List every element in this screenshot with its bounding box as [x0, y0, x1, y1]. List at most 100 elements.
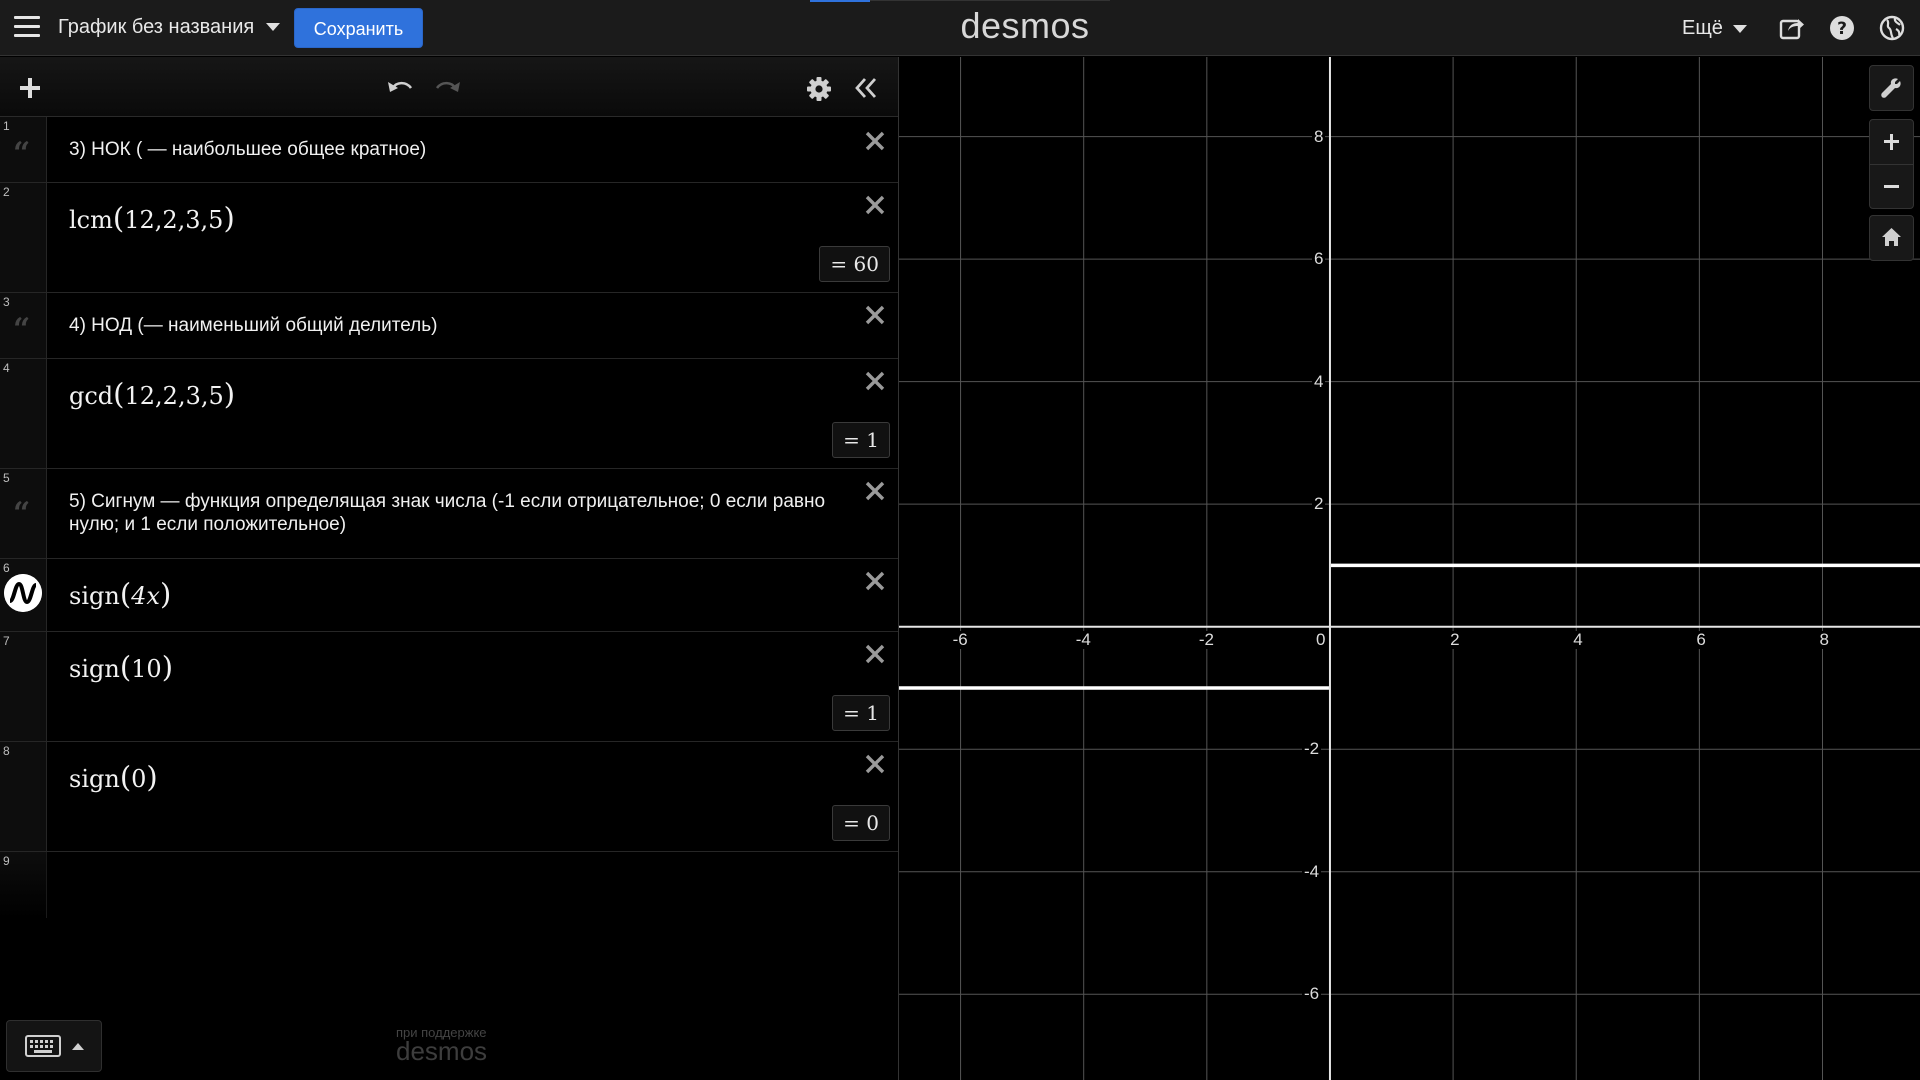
- function-name: gcd: [69, 382, 114, 410]
- home-control: [1869, 215, 1914, 261]
- x-tick-label: 2: [1448, 629, 1462, 649]
- math-expression[interactable]: lcm(12,2,3,5): [69, 201, 235, 235]
- graph-title[interactable]: График без названия: [58, 16, 254, 39]
- expression-row-math[interactable]: 2 lcm(12,2,3,5) = 60: [0, 183, 898, 293]
- loading-indicator: [810, 0, 870, 2]
- close-icon[interactable]: [863, 369, 887, 393]
- evaluation-result: = 1: [832, 422, 890, 458]
- expression-index: 6: [3, 561, 10, 575]
- close-icon[interactable]: [863, 193, 887, 217]
- graph-paper[interactable]: -6 -4 -2 0 2 4 6 8 8 6 4 2 -2 -4 -6: [898, 57, 1920, 1080]
- y-tick-label: -2: [1301, 739, 1322, 759]
- math-expression[interactable]: sign(0): [69, 760, 158, 794]
- function-args: 10: [131, 655, 162, 683]
- expression-index: 9: [3, 854, 10, 868]
- note-text[interactable]: 4) НОД (— наименьший общий делитель): [69, 314, 829, 337]
- close-icon[interactable]: [863, 479, 887, 503]
- language-icon[interactable]: [1878, 14, 1906, 42]
- expression-row-note[interactable]: 5 “ 5) Сигнум — функция определящая знак…: [0, 469, 898, 559]
- note-text[interactable]: 3) НОК ( — наибольшее общее кратное): [69, 138, 829, 161]
- close-icon[interactable]: [863, 569, 887, 593]
- expression-gutter: 8: [0, 742, 47, 851]
- note-text[interactable]: 5) Сигнум — функция определящая знак чис…: [69, 490, 829, 536]
- close-icon[interactable]: [863, 129, 887, 153]
- keyboard-icon: [25, 1035, 61, 1057]
- math-expression[interactable]: gcd(12,2,3,5): [69, 377, 235, 411]
- expression-row-note[interactable]: 1 “ 3) НОК ( — наибольшее общее кратное): [0, 117, 898, 183]
- function-name: sign: [69, 765, 120, 793]
- redo-icon[interactable]: [434, 76, 462, 100]
- expression-panel: 1 “ 3) НОК ( — наибольшее общее кратное)…: [0, 57, 898, 1080]
- svg-text:?: ?: [1837, 19, 1847, 39]
- x-tick-label: 4: [1571, 629, 1585, 649]
- caret-down-icon[interactable]: [266, 23, 280, 31]
- function-name: lcm: [69, 206, 113, 234]
- zoom-control: [1869, 119, 1914, 209]
- more-menu-button[interactable]: Ещё: [1682, 17, 1723, 40]
- expression-index: 7: [3, 634, 10, 648]
- home-icon[interactable]: [1870, 216, 1913, 260]
- powered-by-logo: desmos: [396, 1036, 488, 1066]
- expression-row-note[interactable]: 3 “ 4) НОД (— наименьший общий делитель): [0, 293, 898, 359]
- evaluation-result: = 0: [832, 805, 890, 841]
- function-args: 12,2,3,5: [124, 382, 224, 410]
- evaluation-result: = 60: [819, 246, 890, 282]
- save-button[interactable]: Сохранить: [294, 8, 423, 48]
- powered-by: при поддержке desmos: [396, 1025, 506, 1067]
- math-expression[interactable]: sign(4x): [69, 577, 171, 611]
- expression-index: 2: [3, 185, 10, 199]
- wrench-icon[interactable]: [1870, 66, 1913, 110]
- function-name: sign: [69, 582, 120, 610]
- y-tick-label: 4: [1311, 371, 1326, 391]
- math-expression[interactable]: sign(10): [69, 650, 173, 684]
- close-icon[interactable]: [863, 642, 887, 666]
- zoom-in-icon[interactable]: [1870, 120, 1913, 164]
- share-icon[interactable]: [1778, 14, 1806, 42]
- settings-icon[interactable]: [806, 76, 832, 102]
- expression-gutter: 3 “: [0, 293, 47, 358]
- caret-up-icon: [72, 1043, 84, 1050]
- expression-gutter: 9: [0, 852, 47, 918]
- y-tick-label: 8: [1311, 126, 1326, 146]
- evaluation-result: = 1: [832, 695, 890, 731]
- graph-wave-icon[interactable]: [4, 574, 42, 612]
- caret-down-icon[interactable]: [1733, 25, 1747, 33]
- x-tick-label: 6: [1694, 629, 1708, 649]
- x-tick-label: -6: [950, 629, 970, 649]
- keyboard-toggle-button[interactable]: [6, 1020, 102, 1072]
- x-tick-label: 8: [1817, 629, 1831, 649]
- expression-row-math[interactable]: 7 sign(10) = 1: [0, 632, 898, 742]
- note-quote-icon: “: [13, 496, 31, 531]
- expression-gutter: 5 “: [0, 469, 47, 558]
- top-bar: График без названия Сохранить desmos Ещё…: [0, 0, 1920, 56]
- close-icon[interactable]: [863, 752, 887, 776]
- menu-icon[interactable]: [14, 16, 40, 38]
- expression-index: 8: [3, 744, 10, 758]
- function-args: 12,2,3,5: [124, 206, 224, 234]
- y-tick-label: 2: [1311, 494, 1326, 514]
- note-quote-icon: “: [13, 136, 31, 171]
- close-icon[interactable]: [863, 303, 887, 327]
- help-icon[interactable]: ?: [1828, 14, 1856, 42]
- function-args: 4x: [131, 582, 160, 610]
- x-tick-label: -4: [1073, 629, 1093, 649]
- expression-row-empty[interactable]: 9: [0, 852, 898, 918]
- loading-track: [870, 0, 1110, 1]
- add-icon[interactable]: [18, 76, 42, 100]
- graph-settings-control: [1869, 65, 1914, 111]
- desmos-logo: desmos: [960, 5, 1090, 46]
- x-tick-label: 0: [1313, 629, 1328, 649]
- x-tick-label: -2: [1196, 629, 1216, 649]
- expression-row-math[interactable]: 6 sign(4x): [0, 559, 898, 632]
- expression-row-math[interactable]: 4 gcd(12,2,3,5) = 1: [0, 359, 898, 469]
- expression-gutter: 2: [0, 183, 47, 292]
- zoom-out-icon[interactable]: [1870, 165, 1913, 209]
- expression-gutter: 1 “: [0, 117, 47, 182]
- expression-row-math[interactable]: 8 sign(0) = 0: [0, 742, 898, 852]
- collapse-icon[interactable]: [853, 76, 879, 100]
- expression-gutter: 6: [0, 559, 47, 631]
- note-quote-icon: “: [13, 312, 31, 347]
- undo-icon[interactable]: [386, 76, 414, 100]
- graph-canvas[interactable]: [899, 57, 1920, 1080]
- expression-gutter: 7: [0, 632, 47, 741]
